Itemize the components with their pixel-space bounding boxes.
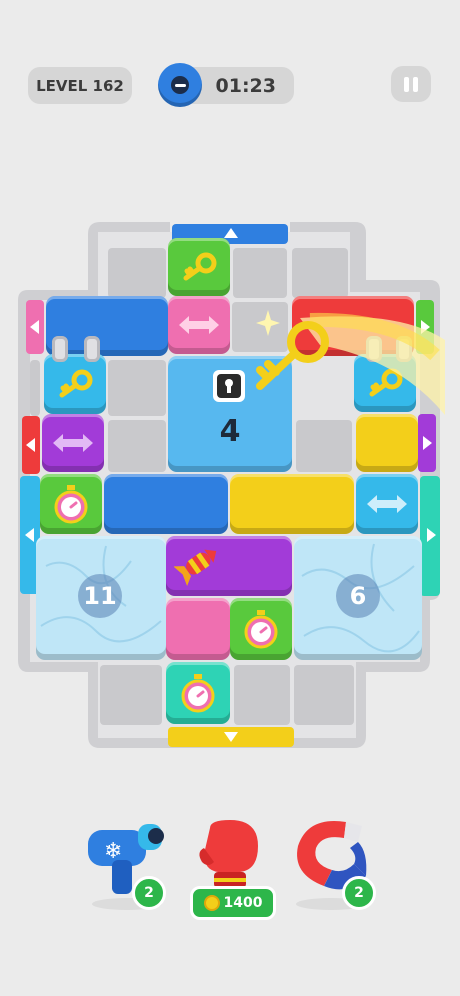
chain-link-icon xyxy=(52,336,68,362)
boxing-glove-booster[interactable] xyxy=(196,818,266,894)
arrow-horizontal-icon xyxy=(53,434,93,452)
green-key-block[interactable] xyxy=(168,238,230,296)
coin-icon xyxy=(203,895,220,911)
boxing-glove-cost-badge[interactable]: 1400 xyxy=(190,886,276,920)
ice-block: 6 xyxy=(294,536,422,660)
empty-cell xyxy=(233,248,287,298)
purple-rocket-block[interactable] xyxy=(166,536,292,596)
empty-cell xyxy=(100,665,162,725)
exit-gate-left-pink xyxy=(26,300,44,354)
arrow-horizontal-icon xyxy=(367,495,407,513)
pink-arrow-block[interactable] xyxy=(168,296,230,354)
boxing-glove-cost: 1400 xyxy=(223,895,263,911)
arrow-left-icon xyxy=(25,528,34,542)
green-stopwatch-block[interactable] xyxy=(230,598,292,660)
chain-link-icon xyxy=(84,336,100,362)
cyan-key-block[interactable] xyxy=(44,354,106,414)
arrow-right-icon xyxy=(427,528,436,542)
magnet-count-badge: 2 xyxy=(342,876,376,910)
empty-cell xyxy=(234,665,290,725)
purple-arrow-block[interactable] xyxy=(42,414,104,472)
key-icon xyxy=(183,252,217,281)
empty-cell xyxy=(30,360,40,416)
svg-text:❄: ❄ xyxy=(104,839,122,864)
arrow-down-icon xyxy=(224,732,238,742)
stopwatch-icon xyxy=(244,610,278,649)
teal-stopwatch-block[interactable] xyxy=(166,662,230,724)
arrow-left-icon xyxy=(26,438,35,452)
ice-block: 11 xyxy=(36,536,166,660)
rocket-icon xyxy=(174,549,217,587)
arrow-horizontal-icon xyxy=(179,316,219,334)
boxing-glove-icon xyxy=(199,820,258,888)
empty-cell xyxy=(108,360,166,416)
exit-gate-right-teal xyxy=(420,476,440,596)
cyan-arrow-block[interactable] xyxy=(356,474,418,534)
ice-counter: 6 xyxy=(336,574,380,618)
empty-cell xyxy=(292,248,348,298)
green-stopwatch-block[interactable] xyxy=(40,474,102,534)
yellow-block[interactable] xyxy=(230,474,354,534)
empty-cell xyxy=(294,665,354,725)
exit-gate-left-red xyxy=(22,416,40,474)
empty-cell xyxy=(108,248,166,298)
blue-block[interactable] xyxy=(104,474,228,534)
pink-block[interactable] xyxy=(166,598,230,660)
flying-key-effect xyxy=(256,310,445,415)
arrow-up-icon xyxy=(224,228,238,238)
arrow-left-icon xyxy=(30,320,39,334)
ice-counter: 11 xyxy=(78,574,122,618)
exit-gate-bottom-yellow xyxy=(168,727,294,747)
key-icon xyxy=(59,369,93,398)
empty-cell xyxy=(108,420,166,472)
arrow-right-icon xyxy=(423,436,432,450)
freeze-gun-count-badge: 2 xyxy=(132,876,166,910)
stopwatch-icon xyxy=(181,674,215,713)
stopwatch-icon xyxy=(54,485,88,524)
